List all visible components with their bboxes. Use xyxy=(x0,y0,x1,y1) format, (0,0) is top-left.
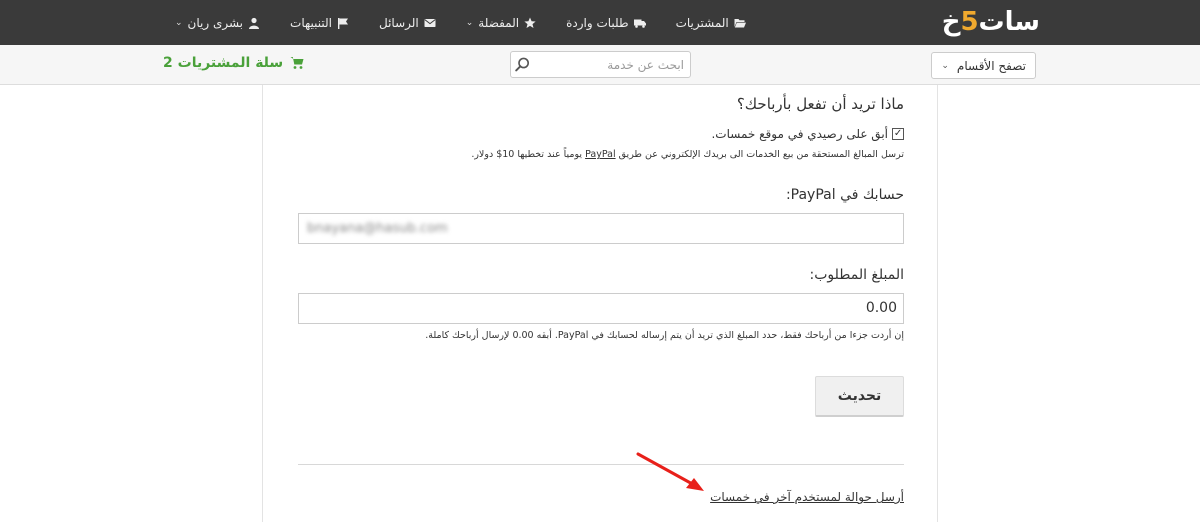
keep-balance-option[interactable]: ✓ أبق على رصيدي في موقع خمسات. xyxy=(711,127,904,141)
nav-messages-label: الرسائل xyxy=(379,15,419,30)
envelope-icon xyxy=(424,18,436,27)
paypal-note-after: يومياً عند تخطيها 10$ دولار. xyxy=(471,149,583,160)
paypal-link[interactable]: PayPal xyxy=(585,149,616,160)
browse-categories-label: تصفح الأقسام xyxy=(956,58,1026,73)
star-icon xyxy=(524,17,536,28)
paypal-email-value: bnayana@hasub.com xyxy=(307,221,448,236)
nav-user-menu[interactable]: بشرى ريان ⌄ xyxy=(160,0,275,45)
keep-balance-checkbox[interactable]: ✓ xyxy=(892,128,904,140)
chevron-down-icon: ⌄ xyxy=(941,60,949,71)
main-nav: بشرى ريان ⌄ التنبيهات الرسائل المفضلة ⌄ … xyxy=(160,0,761,45)
nav-purchases-label: المشتريات xyxy=(675,15,729,30)
search-box xyxy=(510,51,691,78)
nav-favorites-label: المفضلة xyxy=(478,15,520,30)
search-input[interactable] xyxy=(534,52,690,77)
paypal-auto-transfer-note: ترسل المبالغ المستحقة من بيع الخدمات الى… xyxy=(471,149,904,160)
paypal-account-label: حسابك في PayPal: xyxy=(785,187,904,203)
nav-notifications[interactable]: التنبيهات xyxy=(275,0,364,45)
annotation-arrow-icon xyxy=(636,452,704,491)
chevron-down-icon: ⌄ xyxy=(175,17,183,28)
amount-help-text: إن أردت جزءا من أرباحك فقط، حدد المبلغ ا… xyxy=(425,330,904,341)
nav-notifications-label: التنبيهات xyxy=(290,15,332,30)
withdraw-form: ماذا تريد أن تفعل بأرباحك؟ ✓ أبق على رصي… xyxy=(298,85,904,522)
earnings-question-heading: ماذا تريد أن تفعل بأرباحك؟ xyxy=(736,95,904,113)
nav-favorites[interactable]: المفضلة ⌄ xyxy=(451,0,551,45)
send-transfer-link[interactable]: أرسل حوالة لمستخدم آخر في خمسات xyxy=(710,490,904,504)
site-logo[interactable]: سات5خ xyxy=(942,6,1041,38)
top-navbar: سات5خ بشرى ريان ⌄ التنبيهات الرسائل المف… xyxy=(0,0,1200,45)
divider xyxy=(298,464,904,465)
amount-field[interactable]: 0.00 xyxy=(298,293,904,324)
nav-purchases[interactable]: المشتريات xyxy=(661,0,761,45)
shopping-cart-label: سلة المشتريات 2 xyxy=(163,55,284,71)
secondary-bar: تصفح الأقسام ⌄ سلة المشتريات 2 xyxy=(0,45,1200,85)
nav-incoming-orders[interactable]: طلبات واردة xyxy=(551,0,660,45)
amount-label: المبلغ المطلوب: xyxy=(809,267,904,283)
search-icon[interactable] xyxy=(511,52,534,77)
flag-icon xyxy=(338,17,348,29)
nav-incoming-orders-label: طلبات واردة xyxy=(566,15,629,30)
update-button[interactable]: تحديث xyxy=(815,376,904,417)
paypal-email-field[interactable]: bnayana@hasub.com xyxy=(298,213,904,244)
cart-icon xyxy=(290,57,304,69)
paypal-note-before: ترسل المبالغ المستحقة من بيع الخدمات الى… xyxy=(618,149,904,160)
chevron-down-icon: ⌄ xyxy=(465,17,474,28)
nav-user-label: بشرى ريان xyxy=(187,15,244,30)
browse-categories-dropdown[interactable]: تصفح الأقسام ⌄ xyxy=(931,52,1036,79)
user-icon xyxy=(249,17,260,29)
shopping-cart-link[interactable]: سلة المشتريات 2 xyxy=(163,55,304,71)
amount-value: 0.00 xyxy=(865,300,897,316)
nav-messages[interactable]: الرسائل xyxy=(364,0,451,45)
content-panel: ماذا تريد أن تفعل بأرباحك؟ ✓ أبق على رصي… xyxy=(262,85,938,522)
truck-icon xyxy=(633,19,646,28)
keep-balance-label: أبق على رصيدي في موقع خمسات. xyxy=(711,127,888,141)
folder-open-icon xyxy=(734,18,746,27)
